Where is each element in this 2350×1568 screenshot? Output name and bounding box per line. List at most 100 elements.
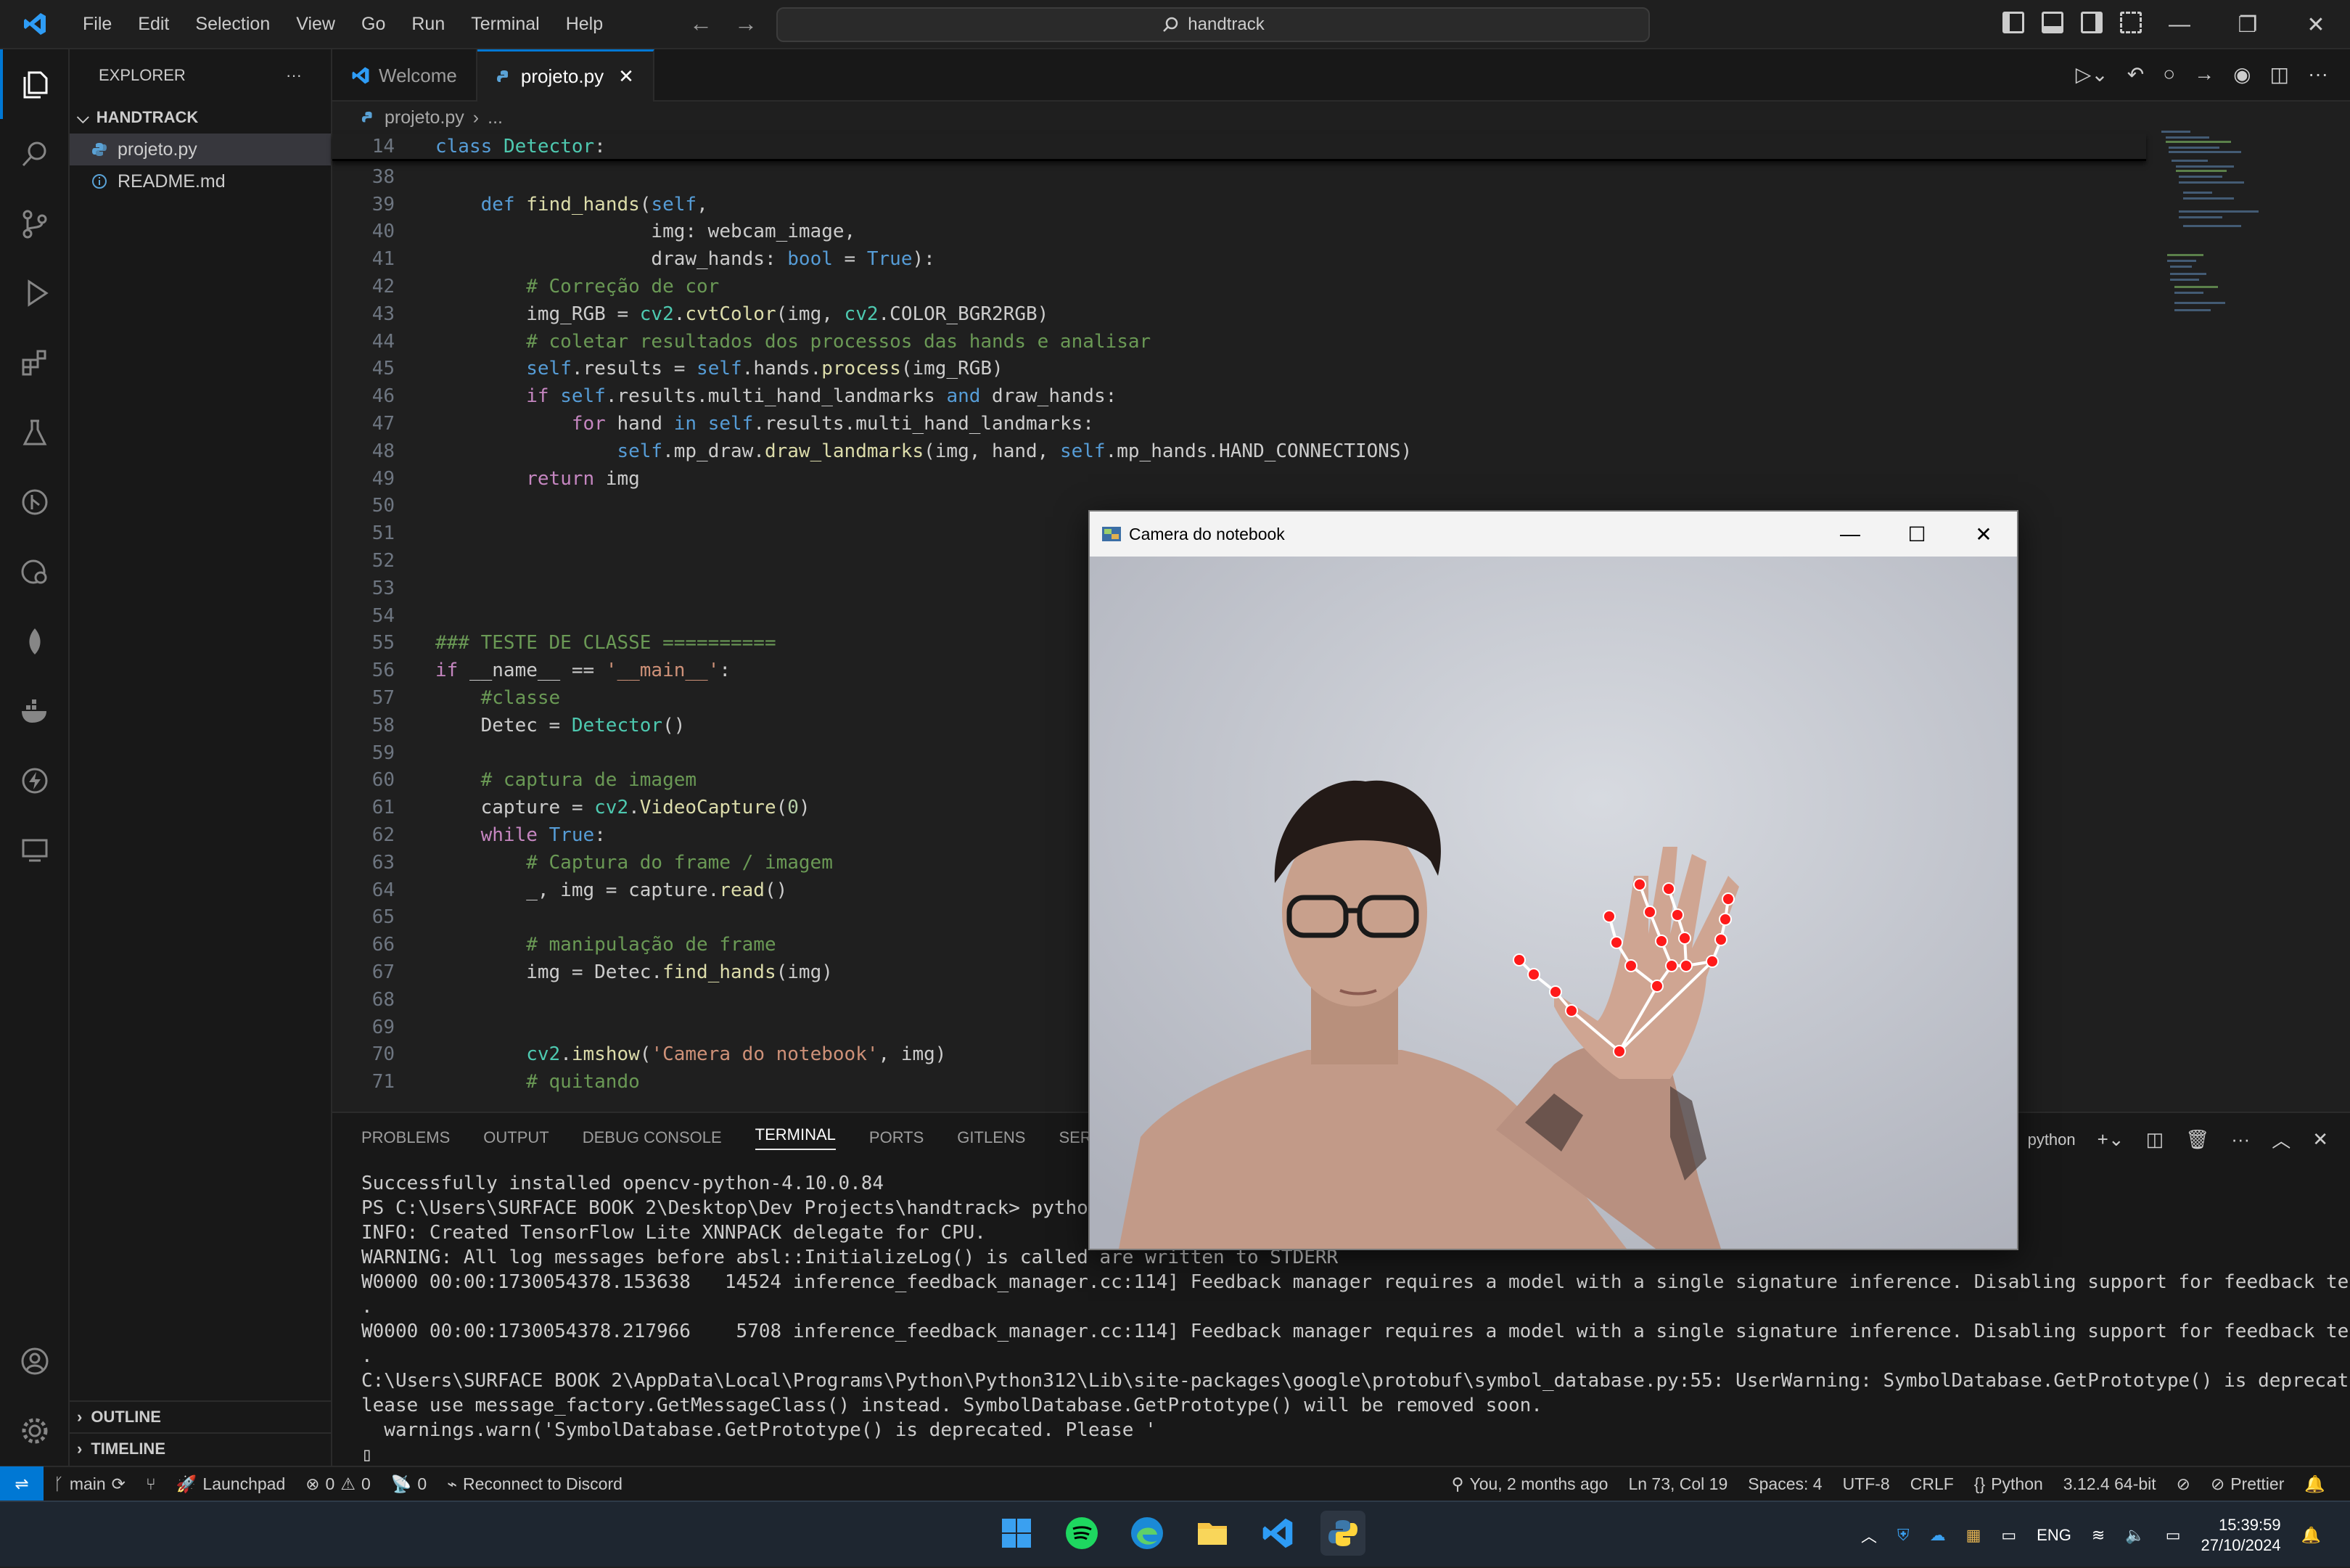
- spotify-icon[interactable]: [1059, 1511, 1104, 1556]
- code-line[interactable]: 43 img_RGB = cv2.cvtColor(img, cv2.COLOR…: [332, 301, 2146, 329]
- toggle-primary-sidebar-icon[interactable]: [2002, 12, 2024, 33]
- end-of-line[interactable]: CRLF: [1900, 1474, 1964, 1494]
- close-icon[interactable]: ✕: [2282, 0, 2350, 49]
- manage-gear-icon[interactable]: [0, 1396, 70, 1466]
- accounts-icon[interactable]: [0, 1326, 70, 1396]
- open-changes-icon[interactable]: ◉: [2233, 62, 2251, 86]
- source-control-icon[interactable]: [0, 189, 70, 258]
- more-actions-icon[interactable]: ···: [2308, 62, 2328, 86]
- remote-indicator-icon[interactable]: ⇌: [0, 1466, 44, 1501]
- extensions-icon[interactable]: [0, 328, 70, 398]
- tab-projeto-py[interactable]: projeto.py ✕: [477, 49, 654, 102]
- battery-icon[interactable]: ▭: [2166, 1526, 2181, 1545]
- display-icon[interactable]: ▭: [2001, 1526, 2016, 1545]
- close-icon[interactable]: ✕: [1950, 512, 2017, 557]
- menu-go[interactable]: Go: [348, 0, 398, 49]
- forward-arrow-icon[interactable]: →: [734, 10, 757, 37]
- split-terminal-icon[interactable]: ◫: [2146, 1128, 2164, 1151]
- breadcrumb-symbol[interactable]: ...: [488, 107, 503, 128]
- close-panel-icon[interactable]: ✕: [2312, 1128, 2328, 1151]
- branch-indicator[interactable]: ᚴ main ⟳: [44, 1474, 136, 1494]
- prettier-indicator[interactable]: ⊘ Prettier: [2201, 1474, 2294, 1494]
- code-line[interactable]: 41 draw_hands: bool = True):: [332, 246, 2146, 274]
- menu-terminal[interactable]: Terminal: [458, 0, 552, 49]
- tab-terminal[interactable]: TERMINAL: [755, 1125, 836, 1150]
- run-debug-icon[interactable]: [0, 258, 70, 328]
- code-line[interactable]: 40 img: webcam_image,: [332, 218, 2146, 246]
- outline-section[interactable]: › OUTLINE: [70, 1400, 332, 1432]
- language-mode[interactable]: {} Python: [1964, 1474, 2053, 1494]
- menu-selection[interactable]: Selection: [182, 0, 283, 49]
- more-actions-icon[interactable]: ···: [286, 66, 302, 85]
- split-editor-icon[interactable]: ◫: [2270, 62, 2289, 86]
- security-shield-icon[interactable]: ⛨: [1897, 1526, 1910, 1545]
- gitlens-icon[interactable]: [0, 467, 70, 537]
- minimap[interactable]: [2161, 131, 2292, 348]
- gitlens-graph-indicator[interactable]: ⑂: [136, 1474, 166, 1494]
- wifi-icon[interactable]: ≋: [2092, 1526, 2105, 1545]
- remote-explorer-icon[interactable]: [0, 537, 70, 607]
- file-explorer-icon[interactable]: [1190, 1511, 1235, 1556]
- edge-browser-icon[interactable]: [1125, 1511, 1170, 1556]
- git-blame-indicator[interactable]: ⚲ You, 2 months ago: [1442, 1474, 1619, 1494]
- encoding[interactable]: UTF-8: [1833, 1474, 1900, 1494]
- folder-handtrack[interactable]: ⌵ HANDTRACK: [70, 102, 331, 134]
- close-tab-icon[interactable]: ✕: [618, 65, 634, 88]
- problems-indicator[interactable]: ⊗ 0 ⚠ 0: [295, 1474, 381, 1494]
- breadcrumb-file[interactable]: projeto.py: [385, 107, 464, 128]
- tab-welcome[interactable]: Welcome: [332, 49, 477, 102]
- discord-indicator[interactable]: ⌁ Reconnect to Discord: [437, 1474, 633, 1494]
- live-share-icon[interactable]: [0, 816, 70, 885]
- indentation[interactable]: Spaces: 4: [1738, 1474, 1832, 1494]
- docker-icon[interactable]: [0, 676, 70, 746]
- notifications-bell-icon[interactable]: 🔔: [2294, 1474, 2335, 1494]
- back-arrow-icon[interactable]: ←: [689, 10, 712, 37]
- clock[interactable]: 15:39:59 27/10/2024: [2201, 1515, 2280, 1556]
- mongodb-leaf-icon[interactable]: [0, 607, 70, 676]
- python-interpreter[interactable]: 3.12.4 64-bit: [2053, 1474, 2166, 1494]
- code-line[interactable]: 39 def find_hands(self,: [332, 192, 2146, 219]
- launchpad-indicator[interactable]: 🚀 Launchpad: [166, 1474, 295, 1494]
- kill-terminal-icon[interactable]: 🗑: [2185, 1128, 2209, 1151]
- python-taskbar-icon[interactable]: [1320, 1511, 1365, 1556]
- code-line[interactable]: 47 for hand in self.results.multi_hand_l…: [332, 411, 2146, 438]
- maximize-icon[interactable]: ☐: [1883, 512, 1950, 557]
- code-line[interactable]: 49 return img: [332, 466, 2146, 493]
- code-line[interactable]: 46 if self.results.multi_hand_landmarks …: [332, 383, 2146, 411]
- go-back-icon[interactable]: ↶: [2127, 62, 2144, 86]
- menu-file[interactable]: File: [70, 0, 125, 49]
- thunder-client-icon[interactable]: [0, 746, 70, 816]
- menu-run[interactable]: Run: [398, 0, 458, 49]
- restore-icon[interactable]: ❐: [2214, 0, 2282, 49]
- tab-ports[interactable]: PORTS: [869, 1128, 924, 1147]
- start-windows-icon[interactable]: [994, 1511, 1039, 1556]
- next-change-icon[interactable]: →: [2194, 62, 2214, 86]
- maximize-panel-icon[interactable]: ︿: [2272, 1126, 2291, 1153]
- tab-problems[interactable]: PROBLEMS: [361, 1128, 450, 1147]
- camera-window[interactable]: Camera do notebook — ☐ ✕: [1088, 510, 2018, 1250]
- toggle-secondary-sidebar-icon[interactable]: [2081, 12, 2103, 33]
- copilot-icon[interactable]: ⊘: [2166, 1474, 2201, 1494]
- ports-indicator[interactable]: 📡 0: [381, 1474, 437, 1494]
- toggle-panel-icon[interactable]: [2042, 12, 2063, 33]
- volume-icon[interactable]: 🔈: [2125, 1526, 2145, 1545]
- minimize-icon[interactable]: —: [1817, 512, 1883, 557]
- terminal-shell-label[interactable]: python: [2028, 1130, 2076, 1149]
- more-actions-icon[interactable]: ···: [2231, 1128, 2250, 1151]
- input-language[interactable]: ENG: [2037, 1526, 2071, 1545]
- command-center[interactable]: handtrack: [776, 7, 1650, 42]
- menu-help[interactable]: Help: [553, 0, 616, 49]
- app-tray-icon[interactable]: ▦: [1966, 1526, 1981, 1545]
- code-line[interactable]: 38: [332, 164, 2146, 192]
- timeline-section[interactable]: › TIMELINE: [70, 1432, 332, 1464]
- explorer-icon[interactable]: [0, 49, 70, 119]
- cursor-position[interactable]: Ln 73, Col 19: [1618, 1474, 1738, 1494]
- new-terminal-icon[interactable]: +⌄: [2098, 1128, 2124, 1151]
- run-python-file-icon[interactable]: ▷⌄: [2076, 62, 2108, 86]
- previous-change-icon[interactable]: ○: [2163, 62, 2175, 86]
- tab-debug-console[interactable]: DEBUG CONSOLE: [583, 1128, 722, 1147]
- tab-gitlens[interactable]: GITLENS: [957, 1128, 1025, 1147]
- sticky-scroll-line[interactable]: 14 class Detector:: [332, 134, 2146, 161]
- code-line[interactable]: 42 # Correção de cor: [332, 274, 2146, 301]
- tab-output[interactable]: OUTPUT: [483, 1128, 549, 1147]
